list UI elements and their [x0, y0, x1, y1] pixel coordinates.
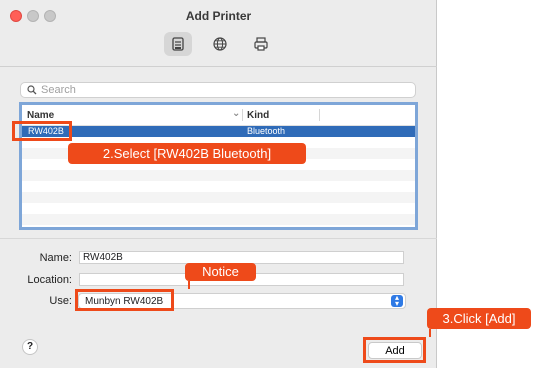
search-icon [27, 85, 37, 95]
updown-chevron-icon: ▴ ▾ [391, 294, 403, 308]
printer-outline-icon [254, 37, 268, 51]
search-input[interactable] [41, 84, 401, 96]
highlight-add-button [363, 337, 426, 363]
printer-kind-cell: Bluetooth [247, 126, 286, 136]
window-title: Add Printer [185, 9, 252, 23]
notice-pointer [188, 281, 190, 289]
empty-row [22, 203, 415, 214]
highlight-use-driver [75, 289, 174, 311]
column-header-name[interactable]: Name [27, 110, 54, 121]
step3-callout: 3.Click [Add] [427, 308, 531, 329]
details-separator [0, 238, 437, 239]
add-printer-window: Add Printer Name [0, 0, 437, 368]
help-button[interactable]: ? [22, 339, 38, 355]
column-header-kind[interactable]: Kind [247, 110, 269, 121]
step3-pointer [429, 329, 431, 337]
printer-list[interactable]: Name ⌄ Kind RW402B Bluetooth [19, 102, 418, 230]
list-header: Name ⌄ Kind [22, 105, 415, 126]
toolbar-separator [0, 66, 437, 67]
sort-chevron-down-icon: ⌄ [232, 108, 241, 119]
globe-icon [213, 37, 227, 51]
toolbar-default-printers-button[interactable] [164, 32, 192, 56]
toolbar-ip-button[interactable] [206, 32, 234, 56]
toolbar-windows-button[interactable] [247, 32, 275, 56]
printer-icon [172, 37, 184, 51]
empty-row [22, 170, 415, 181]
empty-row [22, 214, 415, 225]
search-field[interactable] [20, 82, 416, 98]
notice-callout: Notice [185, 263, 256, 281]
printer-row-rw402b[interactable]: RW402B Bluetooth [22, 126, 415, 137]
column-divider [242, 109, 243, 121]
name-label: Name: [39, 252, 72, 264]
empty-row [22, 192, 415, 203]
empty-row [22, 225, 415, 227]
empty-row [22, 181, 415, 192]
column-divider [319, 109, 320, 121]
location-label: Location: [27, 274, 72, 286]
use-label: Use: [49, 295, 72, 307]
step2-callout: 2.Select [RW402B Bluetooth] [68, 143, 306, 164]
highlight-selected-printer [12, 121, 72, 141]
